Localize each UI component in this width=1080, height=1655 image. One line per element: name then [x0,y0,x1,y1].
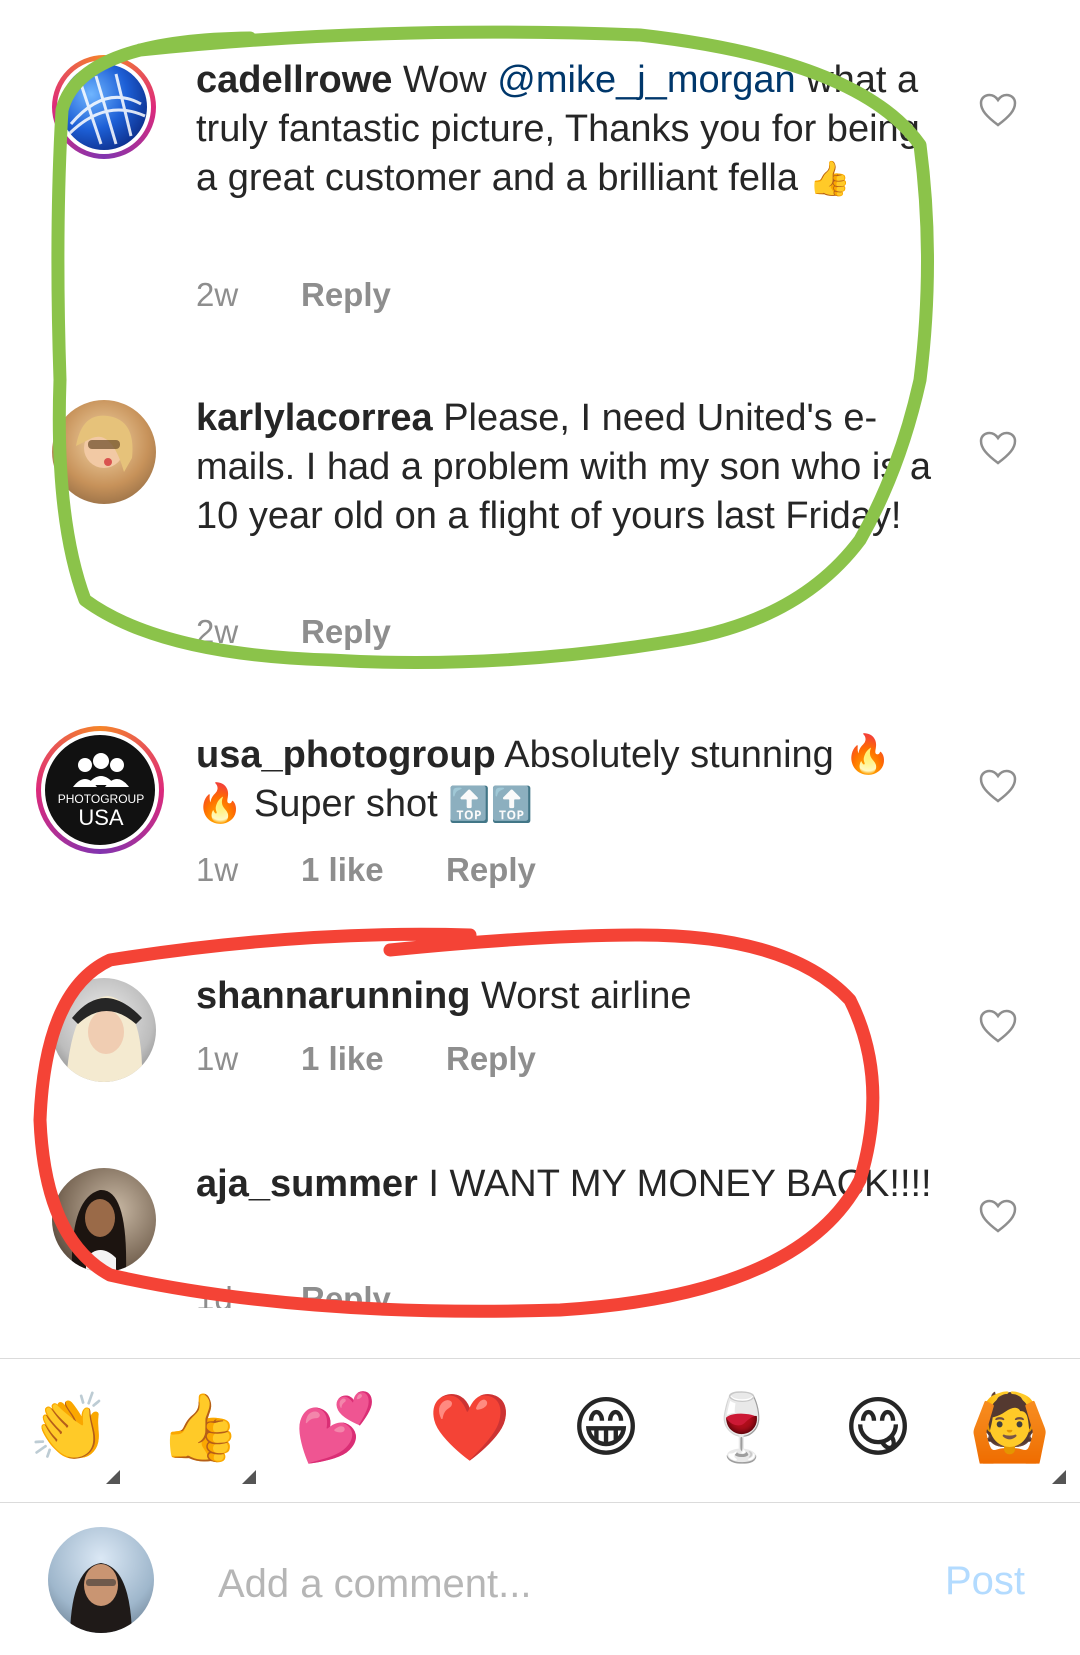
comment-composer: Post [0,1503,1080,1655]
emoji-bar-top-divider [0,1358,1080,1359]
reply-button[interactable]: Reply [301,276,391,314]
comment-text: cadellrowe Wow @mike_j_morgan what a tru… [196,59,920,199]
heart-outline-icon[interactable] [978,1198,1018,1234]
avatar-aja-summer[interactable] [52,1168,156,1272]
comment-username[interactable]: karlylacorrea [196,397,433,439]
comment-username[interactable]: cadellrowe [196,59,392,101]
comment-meta: 1w 1 like Reply [196,1040,536,1078]
person-photo-icon [71,1189,127,1272]
photogroup-logo-icon: PHOTOGROUP USA [58,753,144,830]
emoji-quick-bar: 👏 👍 💕 ❤️ 😁 🍷 😋 🙆 [0,1360,1080,1500]
heart-outline-icon[interactable] [978,768,1018,804]
comment-username[interactable]: usa_photogroup [196,734,496,776]
comment-text: karlylacorrea Please, I need United's e-… [196,397,931,537]
yum-face-emoji-button[interactable]: 😋 [828,1382,928,1472]
globe-logo-icon [67,73,146,145]
reply-button[interactable]: Reply [446,1040,536,1078]
ok-gesture-emoji-button[interactable]: 🙆 [960,1382,1060,1472]
likes-count[interactable]: 1 like [301,851,446,889]
emoji-variant-indicator [242,1470,256,1484]
clapping-hands-emoji-button[interactable]: 👏 [20,1382,120,1472]
comment-time: 1w [196,1040,239,1077]
thumbs-up-emoji-button[interactable]: 👍 [150,1382,250,1472]
heart-outline-icon[interactable] [978,1008,1018,1044]
comment-username[interactable]: aja_summer [196,1163,418,1205]
logo-text-top: PHOTOGROUP [58,792,144,806]
comment-text: shannarunning Worst airline [196,975,692,1017]
reply-button[interactable]: Reply [301,1280,391,1308]
comment-time: 1d [196,1280,233,1308]
emoji-variant-indicator [1052,1470,1066,1484]
comment-username[interactable]: shannarunning [196,975,470,1017]
avatar-usa-photogroup[interactable]: PHOTOGROUP USA [36,726,164,854]
red-heart-emoji-button[interactable]: ❤️ [420,1382,520,1472]
person-photo-icon [66,996,143,1082]
add-comment-input[interactable] [216,1553,840,1615]
reply-button[interactable]: Reply [446,851,536,889]
comment-meta: 1w 1 like Reply [196,851,536,889]
comment-time: 2w [196,613,239,650]
person-photo-icon [76,415,133,472]
mention-link[interactable]: @mike_j_morgan [497,59,795,101]
avatar-karlylacorrea[interactable] [52,400,156,504]
comment-meta: 2w Reply [196,613,391,651]
comment-time: 1w [196,851,239,888]
emoji-variant-indicator [106,1470,120,1484]
person-photo-icon [70,1563,132,1633]
comment-text: usa_photogroup Absolutely stunning 🔥 🔥 S… [196,734,892,825]
wine-glass-emoji-button[interactable]: 🍷 [692,1382,792,1472]
top-arrow-emoji: 🔝🔝 [448,786,533,824]
comment-meta: 1d Reply [196,1280,391,1308]
comment-text: aja_summer I WANT MY MONEY BACK!!!! [196,1163,932,1205]
comment-time: 2w [196,276,239,313]
reply-button[interactable]: Reply [301,613,391,651]
avatar-shannarunning[interactable] [52,978,156,1082]
heart-outline-icon[interactable] [978,430,1018,466]
two-hearts-emoji-button[interactable]: 💕 [286,1382,386,1472]
grinning-face-emoji-button[interactable]: 😁 [556,1382,656,1472]
logo-text-bottom: USA [78,805,124,830]
post-button[interactable]: Post [945,1559,1025,1604]
avatar-cadellrowe[interactable] [52,55,156,159]
current-user-avatar [48,1527,154,1633]
comment-meta: 2w Reply [196,276,391,314]
likes-count[interactable]: 1 like [301,1040,446,1078]
thumbs-up-emoji: 👍 [808,160,851,198]
heart-outline-icon[interactable] [978,92,1018,128]
